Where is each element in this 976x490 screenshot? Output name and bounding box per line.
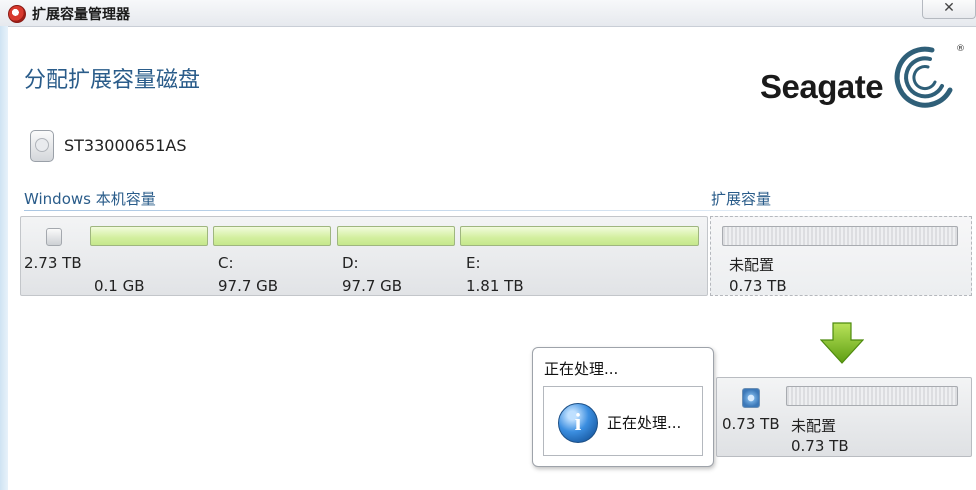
disk-total-size: 2.73 TB: [24, 254, 82, 272]
partition-size-c: 97.7 GB: [218, 277, 279, 295]
disk-model: ST33000651AS: [64, 136, 187, 155]
extended-capacity-label: 扩展容量: [711, 190, 772, 208]
partition-letter-c: C:: [218, 254, 234, 272]
partition-letter-d: D:: [342, 254, 359, 272]
windows-capacity-label: Windows 本机容量: [24, 190, 156, 208]
partition-size-system: 0.1 GB: [94, 277, 145, 295]
brand-registered-mark: ®: [956, 44, 965, 54]
dialog-title: 正在处理...: [544, 360, 619, 378]
partition-bar-system[interactable]: [90, 226, 208, 246]
extended-status: 未配置: [729, 256, 775, 274]
partition-bar-e[interactable]: [460, 226, 699, 246]
new-volume-total: 0.73 TB: [722, 415, 780, 433]
new-volume-icon: [742, 388, 760, 408]
new-volume-size: 0.73 TB: [791, 437, 849, 455]
section-divider: [24, 210, 970, 211]
partition-bar-d[interactable]: [337, 226, 455, 246]
new-volume-status: 未配置: [791, 417, 837, 435]
brand-logo-text: Seagate: [760, 68, 884, 105]
partition-bar-c[interactable]: [213, 226, 331, 246]
partition-letter-e: E:: [466, 254, 481, 272]
window-title: 扩展容量管理器: [32, 7, 130, 23]
disk-volume-icon: [46, 228, 62, 246]
page-title: 分配扩展容量磁盘: [24, 68, 201, 93]
partition-size-d: 97.7 GB: [342, 277, 403, 295]
close-button[interactable]: ✕: [922, 0, 976, 19]
new-volume-bar[interactable]: [786, 386, 958, 406]
unallocated-bar[interactable]: [722, 226, 958, 246]
title-bar: 扩展容量管理器: [0, 0, 976, 27]
window-frame-left: [0, 26, 8, 490]
extended-size: 0.73 TB: [729, 277, 787, 295]
hard-disk-icon: [30, 130, 54, 162]
arrow-down-icon: [820, 322, 864, 364]
info-icon: i: [558, 403, 598, 443]
seagate-logo-icon: [894, 46, 953, 108]
dialog-message: 正在处理...: [607, 414, 682, 432]
partition-size-e: 1.81 TB: [466, 277, 524, 295]
app-icon: [8, 5, 26, 23]
